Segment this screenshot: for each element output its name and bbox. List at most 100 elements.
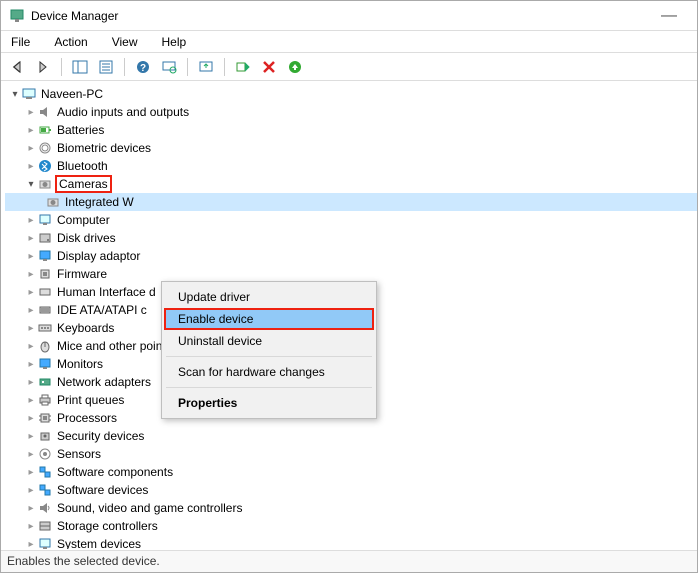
tree-label: Keyboards [57,321,114,335]
computer-icon [21,86,37,102]
tree-item-computer[interactable]: Computer [5,211,697,229]
tree-item-sw-components[interactable]: Software components [5,463,697,481]
expand-icon[interactable] [25,377,37,388]
menu-help[interactable]: Help [156,33,193,51]
sensor-icon [37,446,53,462]
expand-icon[interactable] [25,431,37,442]
toolbar: ? [1,53,697,81]
expand-icon[interactable] [25,467,37,478]
cm-update-driver[interactable]: Update driver [164,286,374,308]
expand-icon[interactable] [25,287,37,298]
security-icon [37,428,53,444]
expand-icon[interactable] [25,395,37,406]
cm-enable-device[interactable]: Enable device [164,308,374,330]
tree-label: System devices [57,537,141,549]
tree-item-system[interactable]: System devices [5,535,697,549]
cm-properties[interactable]: Properties [164,392,374,414]
expand-icon[interactable] [25,449,37,460]
tree-item-bluetooth[interactable]: Bluetooth [5,157,697,175]
expand-icon[interactable] [25,215,37,226]
fingerprint-icon [37,140,53,156]
title-bar: Device Manager — [1,1,697,31]
display-icon [37,248,53,264]
expand-icon[interactable] [25,233,37,244]
expand-icon[interactable] [25,539,37,550]
tree-item-sensors[interactable]: Sensors [5,445,697,463]
camera-icon [45,194,61,210]
expand-icon[interactable] [25,107,37,118]
tree-label: Software devices [57,483,148,497]
back-button[interactable] [7,57,27,77]
battery-icon [37,122,53,138]
tree-item-sw-devices[interactable]: Software devices [5,481,697,499]
expand-icon[interactable] [25,503,37,514]
cm-scan-hardware[interactable]: Scan for hardware changes [164,361,374,383]
add-legacy-button[interactable] [285,57,305,77]
device-tree[interactable]: Naveen-PC Audio inputs and outputs Batte… [1,81,697,549]
menu-view[interactable]: View [106,33,144,51]
component-icon [37,482,53,498]
expand-icon[interactable] [25,323,37,334]
tree-label: Integrated W [65,195,134,209]
expand-icon[interactable] [25,413,37,424]
properties-button[interactable] [96,57,116,77]
audio-icon [37,104,53,120]
expand-icon[interactable] [25,341,37,352]
expand-icon[interactable] [25,269,37,280]
bluetooth-icon [37,158,53,174]
expand-icon[interactable] [25,125,37,136]
show-hide-tree-button[interactable] [70,57,90,77]
tree-label: Bluetooth [57,159,108,173]
enable-device-button[interactable] [233,57,253,77]
keyboard-icon [37,320,53,336]
uninstall-button[interactable] [259,57,279,77]
scan-button[interactable] [159,57,179,77]
expand-icon[interactable] [25,161,37,172]
app-icon [9,8,25,24]
menu-bar: File Action View Help [1,31,697,53]
tree-item-storage[interactable]: Storage controllers [5,517,697,535]
tree-label: Disk drives [57,231,116,245]
component-icon [37,464,53,480]
tree-root[interactable]: Naveen-PC [5,85,697,103]
expand-icon[interactable] [25,359,37,370]
tree-item-display[interactable]: Display adaptor [5,247,697,265]
monitor-icon [37,356,53,372]
expand-icon[interactable] [25,251,37,262]
expand-icon[interactable] [25,521,37,532]
expand-icon[interactable] [25,305,37,316]
minimize-button[interactable]: — [649,7,689,25]
menu-action[interactable]: Action [48,33,93,51]
tree-item-sound[interactable]: Sound, video and game controllers [5,499,697,517]
tree-label: Processors [57,411,117,425]
forward-button[interactable] [33,57,53,77]
menu-file[interactable]: File [5,33,36,51]
tree-item-audio[interactable]: Audio inputs and outputs [5,103,697,121]
tree-item-security[interactable]: Security devices [5,427,697,445]
tree-item-biometric[interactable]: Biometric devices [5,139,697,157]
tree-label: Naveen-PC [41,87,103,101]
expand-icon[interactable] [9,89,21,100]
cm-uninstall-device[interactable]: Uninstall device [164,330,374,352]
tree-item-cameras[interactable]: Cameras [5,175,697,193]
expand-icon[interactable] [25,143,37,154]
camera-icon [37,176,53,192]
expand-icon[interactable] [25,179,37,190]
status-bar: Enables the selected device. [1,550,697,572]
tree-item-disk[interactable]: Disk drives [5,229,697,247]
cm-separator [166,387,372,388]
tree-label: Firmware [57,267,107,281]
tree-label: Storage controllers [57,519,158,533]
tree-label: IDE ATA/ATAPI c [57,303,147,317]
ide-icon [37,302,53,318]
toolbar-separator [187,58,188,76]
tree-label: Computer [57,213,110,227]
svg-text:?: ? [140,63,146,74]
help-button[interactable]: ? [133,57,153,77]
network-icon [37,374,53,390]
update-driver-button[interactable] [196,57,216,77]
expand-icon[interactable] [25,485,37,496]
storage-icon [37,518,53,534]
tree-item-batteries[interactable]: Batteries [5,121,697,139]
tree-item-camera-child[interactable]: Integrated W [5,193,697,211]
